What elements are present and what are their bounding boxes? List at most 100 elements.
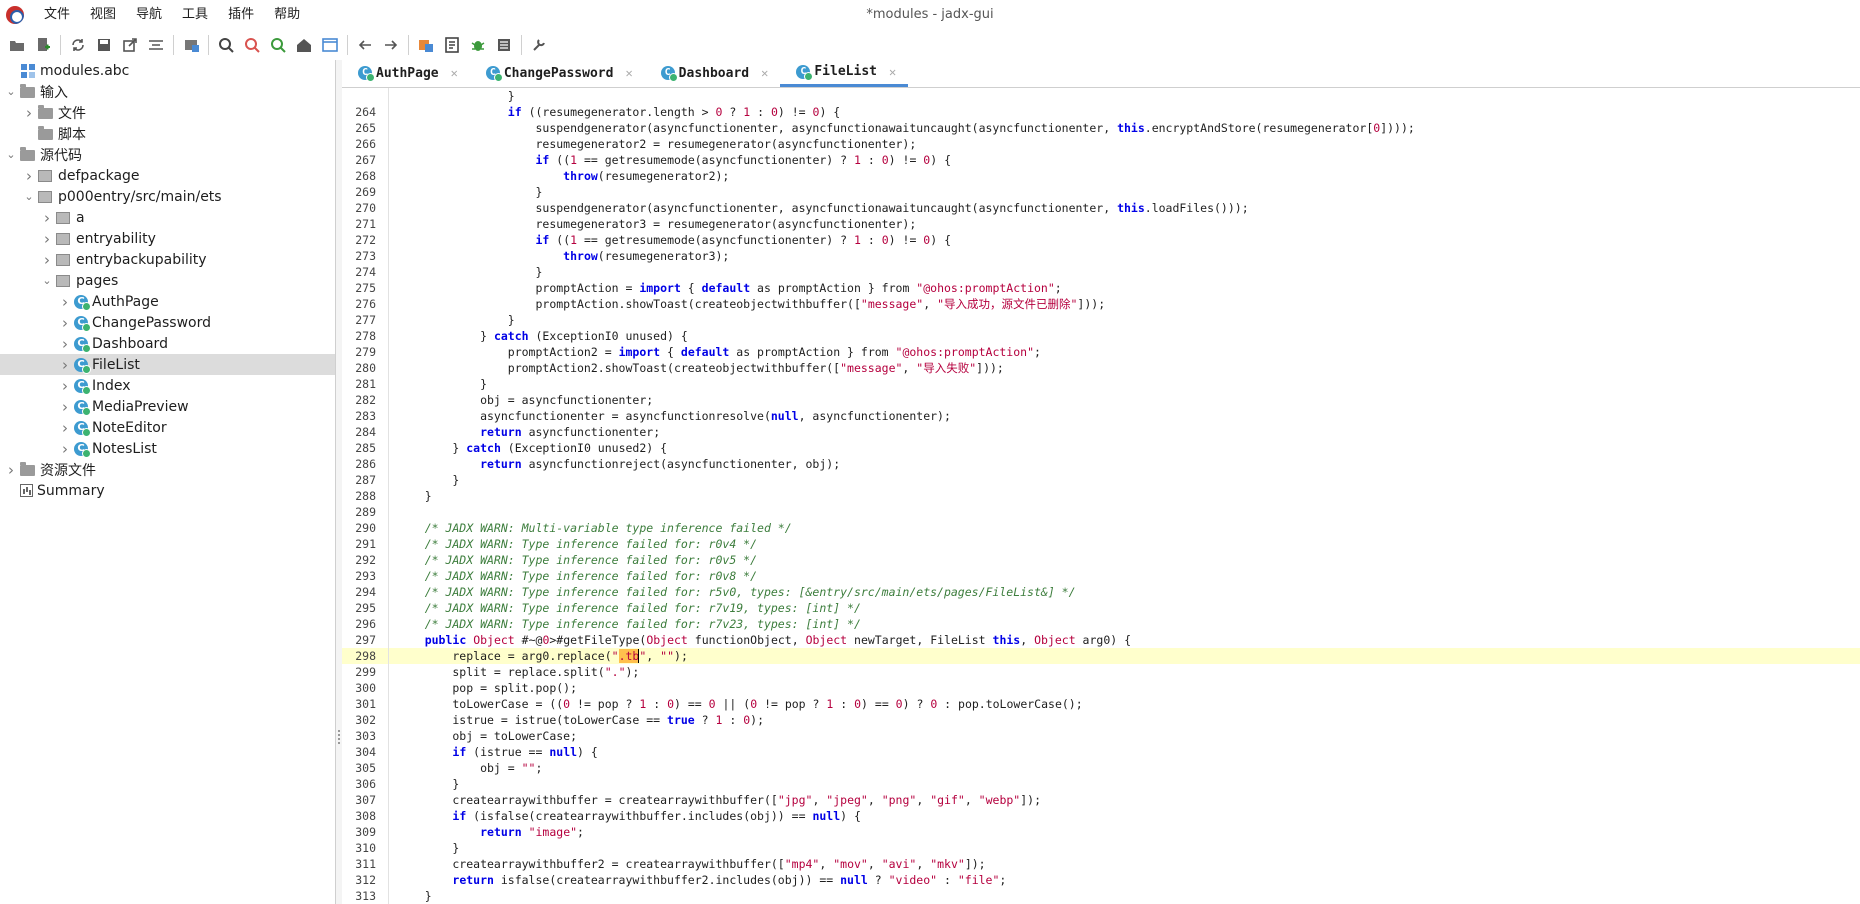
line-number: 265 xyxy=(355,121,376,135)
tree-item[interactable]: Summary xyxy=(0,480,335,501)
line-number: 306 xyxy=(355,777,376,791)
tree-item[interactable]: › C NotesList xyxy=(0,438,335,459)
code-line: 280 promptAction2.showToast(createobject… xyxy=(342,360,1860,376)
gutter-divider xyxy=(388,520,389,536)
gutter-divider xyxy=(388,328,389,344)
tab-dashboard[interactable]: C Dashboard ✕ xyxy=(645,59,781,87)
chevron-right-icon[interactable]: › xyxy=(58,356,72,374)
tree-item[interactable]: › C AuthPage xyxy=(0,291,335,312)
close-icon[interactable]: ✕ xyxy=(761,66,768,80)
tree-item-label: Summary xyxy=(37,482,105,499)
tree-item[interactable]: › C Dashboard xyxy=(0,333,335,354)
menu-item-3[interactable]: 工具 xyxy=(172,0,218,30)
chevron-right-icon[interactable]: › xyxy=(58,293,72,311)
tree-item[interactable]: ⌄ p000entry/src/main/ets xyxy=(0,186,335,207)
class-icon: C xyxy=(74,378,91,395)
find-usage-button[interactable] xyxy=(239,32,265,58)
menu-item-1[interactable]: 视图 xyxy=(80,0,126,30)
console-button[interactable] xyxy=(491,32,517,58)
save-button[interactable] xyxy=(91,32,117,58)
chevron-right-icon[interactable]: › xyxy=(58,398,72,416)
line-number: 313 xyxy=(355,889,376,903)
project-tree: modules.abc ⌄ 输入 › 文件 脚本 ⌄ 源代码 › defpackage ⌄ p000e… xyxy=(0,60,335,501)
tree-item[interactable]: › C Index xyxy=(0,375,335,396)
home-button[interactable] xyxy=(291,32,317,58)
chevron-down-icon[interactable]: ⌄ xyxy=(22,190,36,204)
code-text: resumegenerator2 = resumegenerator(async… xyxy=(397,137,917,151)
gutter-divider xyxy=(388,552,389,568)
chevron-right-icon[interactable]: › xyxy=(40,230,54,248)
tree-item[interactable]: › defpackage xyxy=(0,165,335,186)
code-text: } xyxy=(397,89,515,103)
tree-item[interactable]: ⌄ pages xyxy=(0,270,335,291)
chevron-down-icon[interactable]: ⌄ xyxy=(4,85,18,99)
line-number: 272 xyxy=(355,233,376,247)
tree-item[interactable]: ⌄ 源代码 xyxy=(0,144,335,165)
chevron-right-icon[interactable]: › xyxy=(58,314,72,332)
gutter-divider xyxy=(388,696,389,712)
gutter-divider xyxy=(388,744,389,760)
find-code-icon xyxy=(271,38,286,53)
chevron-right-icon[interactable]: › xyxy=(40,251,54,269)
gutter-divider xyxy=(388,680,389,696)
back-button[interactable] xyxy=(352,32,378,58)
flatten-button[interactable] xyxy=(143,32,169,58)
tree-item-label: 输入 xyxy=(40,84,68,101)
code-line: 265 suspendgenerator(asyncfunctionenter,… xyxy=(342,120,1860,136)
chevron-right-icon[interactable]: › xyxy=(58,440,72,458)
deobfuscate-button[interactable] xyxy=(413,32,439,58)
tree-item[interactable]: › entryability xyxy=(0,228,335,249)
menu-item-2[interactable]: 导航 xyxy=(126,0,172,30)
close-icon[interactable]: ✕ xyxy=(625,66,632,80)
chevron-down-icon[interactable]: ⌄ xyxy=(4,148,18,162)
log-icon xyxy=(445,37,459,53)
add-file-button[interactable] xyxy=(30,32,56,58)
chevron-right-icon[interactable]: › xyxy=(4,461,18,479)
log-button[interactable] xyxy=(439,32,465,58)
tree-item[interactable]: › 文件 xyxy=(0,102,335,123)
gutter-divider xyxy=(388,440,389,456)
sync-button[interactable] xyxy=(65,32,91,58)
menu-item-0[interactable]: 文件 xyxy=(34,0,80,30)
chevron-right-icon[interactable]: › xyxy=(58,419,72,437)
debug-button[interactable] xyxy=(465,32,491,58)
tree-item[interactable]: › C FileList xyxy=(0,354,335,375)
window-button[interactable] xyxy=(317,32,343,58)
close-icon[interactable]: ✕ xyxy=(451,66,458,80)
menu-item-5[interactable]: 帮助 xyxy=(264,0,310,30)
summary-icon xyxy=(20,484,33,497)
forward-button[interactable] xyxy=(378,32,404,58)
find-code-button[interactable] xyxy=(265,32,291,58)
open-button[interactable] xyxy=(4,32,30,58)
tree-item[interactable]: › C ChangePassword xyxy=(0,312,335,333)
code-text: if ((resumegenerator.length > 0 ? 1 : 0)… xyxy=(507,105,841,119)
code-line: 272 if ((1 == getresumemode(asyncfunctio… xyxy=(342,232,1860,248)
tab-changepassword[interactable]: C ChangePassword ✕ xyxy=(470,59,645,87)
close-icon[interactable]: ✕ xyxy=(889,65,896,79)
tree-item[interactable]: 脚本 xyxy=(0,123,335,144)
code-line: 279 promptAction2 = import { default as … xyxy=(342,344,1860,360)
tab-label: ChangePassword xyxy=(503,65,614,81)
chevron-right-icon[interactable]: › xyxy=(40,209,54,227)
search-button[interactable] xyxy=(213,32,239,58)
package-button[interactable] xyxy=(178,32,204,58)
tree-item[interactable]: › entrybackupability xyxy=(0,249,335,270)
tab-filelist[interactable]: C FileList ✕ xyxy=(780,59,909,87)
menu-item-4[interactable]: 插件 xyxy=(218,0,264,30)
tree-item[interactable]: ⌄ 输入 xyxy=(0,81,335,102)
tree-item[interactable]: › C MediaPreview xyxy=(0,396,335,417)
chevron-right-icon[interactable]: › xyxy=(58,335,72,353)
tab-authpage[interactable]: C AuthPage ✕ xyxy=(342,59,470,87)
export-button[interactable] xyxy=(117,32,143,58)
tree-item[interactable]: › a xyxy=(0,207,335,228)
tree-item[interactable]: › C NoteEditor xyxy=(0,417,335,438)
chevron-right-icon[interactable]: › xyxy=(58,377,72,395)
chevron-right-icon[interactable]: › xyxy=(22,104,36,122)
chevron-down-icon[interactable]: ⌄ xyxy=(40,274,54,288)
chevron-right-icon[interactable]: › xyxy=(22,167,36,185)
settings-button[interactable] xyxy=(526,32,552,58)
tree-item[interactable]: › 资源文件 xyxy=(0,459,335,480)
code-editor[interactable]: } 264 if ((resumegenerator.length > 0 ? 1… xyxy=(342,88,1860,904)
tree-item[interactable]: modules.abc xyxy=(0,60,335,81)
